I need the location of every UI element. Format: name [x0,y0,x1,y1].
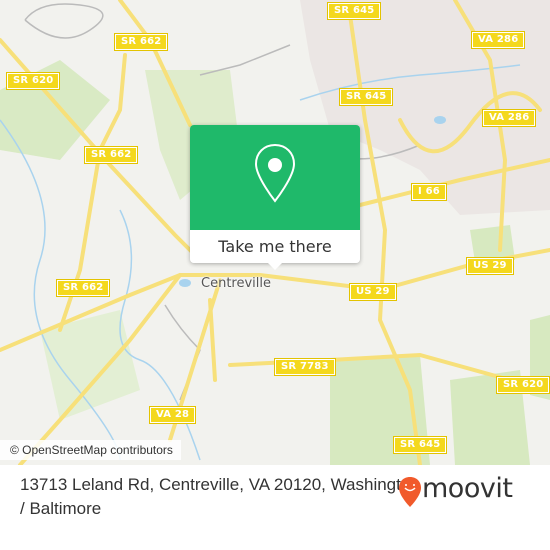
pond [179,279,191,287]
road-shield-va286-top: VA 286 [470,31,526,49]
road-shield-sr662-south: SR 662 [55,279,111,297]
road-shield-sr620-east: SR 620 [495,376,550,394]
moovit-pin-icon [399,477,421,507]
footer: 13713 Leland Rd, Centreville, VA 20120, … [0,465,550,550]
road-shield-sr7783: SR 7783 [274,358,336,376]
road-shield-sr662-mid: SR 662 [83,146,139,164]
road-shield-us29-east: US 29 [466,257,514,275]
take-me-there-button[interactable]: Take me there [190,230,360,263]
road-shield-va28: VA 28 [148,406,197,424]
road-shield-i66: I 66 [411,183,447,201]
map[interactable]: SR 662 SR 620 SR 662 SR 645 VA 286 SR 64… [0,0,550,465]
road-shield-sr645-top: SR 645 [326,2,382,20]
road-shield-us29-mid: US 29 [349,283,397,301]
road-shield-sr662-north: SR 662 [113,33,169,51]
brand-name: moovit [422,473,513,504]
popup-pointer [266,261,284,270]
road-shield-sr645-south: SR 645 [392,436,448,454]
map-attribution[interactable]: © OpenStreetMap contributors [0,440,181,460]
road-shield-va286-mid: VA 286 [481,109,537,127]
minor-road [24,3,104,39]
location-popup: Take me there [190,125,360,270]
address-text: 13713 Leland Rd, Centreville, VA 20120, … [20,475,420,518]
road-shield-sr645-mid: SR 645 [338,88,394,106]
minor-road [164,304,201,401]
map-pin-icon [254,143,296,203]
town-label-centreville: Centreville [201,276,271,291]
road-shield-sr620-west: SR 620 [5,72,61,90]
popup-header [190,125,360,230]
pond [434,116,446,124]
